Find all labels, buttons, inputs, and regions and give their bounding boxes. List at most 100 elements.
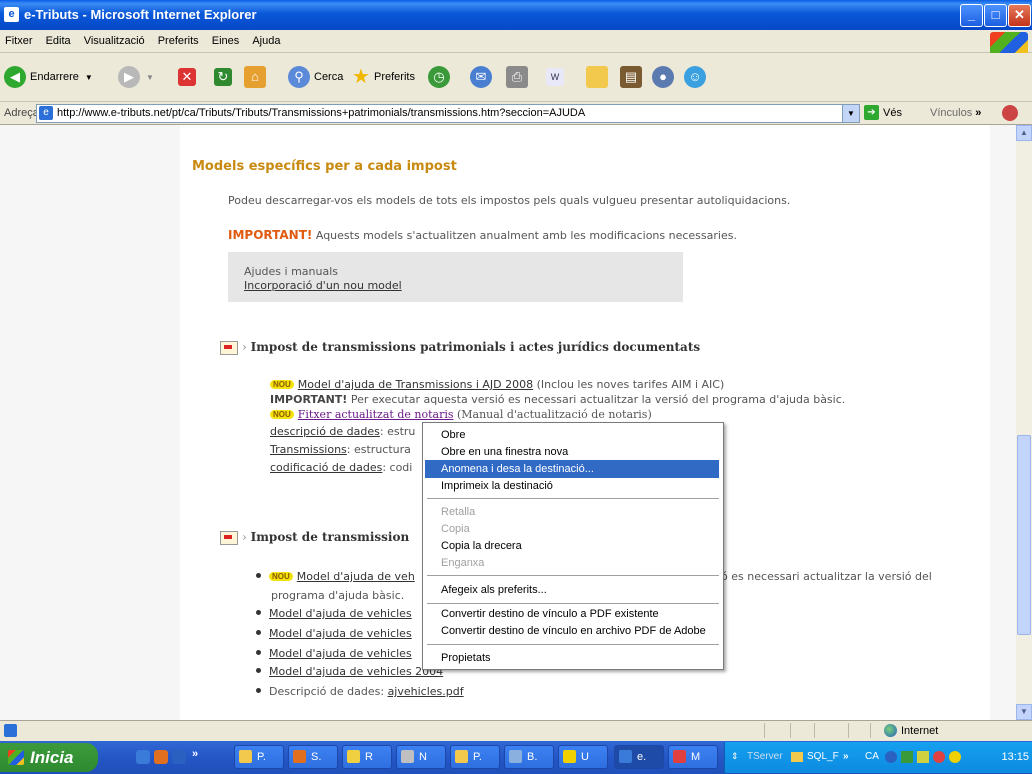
- stop-button[interactable]: ✕: [178, 63, 196, 91]
- start-button[interactable]: Inicia: [0, 743, 98, 772]
- research-button[interactable]: ▤: [620, 63, 642, 91]
- quicklaunch-ie2-icon[interactable]: [172, 750, 186, 764]
- tray-update-icon[interactable]: [949, 751, 961, 763]
- scroll-down-icon[interactable]: ▼: [1016, 704, 1032, 720]
- close-button[interactable]: ✕: [1008, 4, 1031, 27]
- mail-icon: ✉: [470, 66, 492, 88]
- maximize-button[interactable]: □: [984, 4, 1007, 27]
- vertical-scrollbar[interactable]: ▲ ▼: [1016, 125, 1032, 720]
- tray-security-icon[interactable]: [917, 751, 929, 763]
- addon-icon[interactable]: [1002, 105, 1018, 121]
- intro-text: Podeu descarregar-vos els models de tots…: [228, 194, 791, 207]
- ajvehicles-link[interactable]: ajvehicles.pdf: [388, 685, 464, 698]
- ctx-pdf-adobe[interactable]: Convertir destino de vínculo en archivo …: [425, 622, 719, 640]
- codificacio-link[interactable]: codificació de dades: [270, 461, 382, 474]
- ctx-open-new-window[interactable]: Obre en una finestra nova: [425, 443, 719, 461]
- edit-button[interactable]: W: [546, 63, 564, 91]
- ctx-print-target[interactable]: Imprimeix la destinació: [425, 477, 719, 495]
- menu-edita[interactable]: Edita: [41, 30, 76, 47]
- quicklaunch-more-icon[interactable]: »: [192, 748, 198, 760]
- chevron-down-icon[interactable]: ▼: [842, 105, 859, 122]
- menu-eines[interactable]: Eines: [207, 30, 245, 47]
- tray-app-icon[interactable]: [885, 751, 897, 763]
- model-vehicles-new-link[interactable]: Model d'ajuda de veh: [297, 570, 415, 583]
- home-button[interactable]: ⌂: [244, 63, 266, 91]
- task-button[interactable]: P.: [234, 745, 284, 769]
- messenger-button[interactable]: ☺: [684, 63, 706, 91]
- model-vehicles-link[interactable]: Model d'ajuda de vehicles: [269, 627, 412, 640]
- favorites-button[interactable]: ★ Preferits: [350, 63, 415, 91]
- fitxer-notaris-link[interactable]: Fitxer actualitzat de notaris: [298, 408, 454, 421]
- tray-network-icon[interactable]: [901, 751, 913, 763]
- go-label: Vés: [883, 106, 902, 119]
- section-title-text: Impost de transmission: [250, 530, 410, 544]
- sql-toolbar[interactable]: SQL_F: [807, 751, 839, 762]
- task-button[interactable]: S.: [288, 745, 338, 769]
- important-label-2: IMPORTANT!: [270, 393, 348, 406]
- task-button[interactable]: U: [558, 745, 608, 769]
- system-tray: ⇕ TServer SQL_F » CA 13:15: [724, 742, 1032, 773]
- forward-button[interactable]: ▶ ▼: [118, 63, 154, 91]
- model-vehicles-link[interactable]: Model d'ajuda de vehicles: [269, 647, 412, 660]
- menu-bar: Fitxer Edita Visualització Preferits Ein…: [0, 30, 1032, 55]
- tray-volume-icon[interactable]: [933, 751, 945, 763]
- document-icon: [220, 530, 238, 545]
- ctx-open[interactable]: Obre: [425, 426, 719, 444]
- address-bar: Adreça e http://www.e-tributs.net/pt/ca/…: [0, 102, 1032, 125]
- tserver-toolbar[interactable]: TServer: [747, 751, 783, 762]
- back-button[interactable]: ◀ Endarrere ▼: [4, 63, 93, 91]
- tray-more-icon[interactable]: »: [843, 751, 849, 762]
- messenger-icon: ☺: [684, 66, 706, 88]
- quicklaunch-ie-icon[interactable]: [136, 750, 150, 764]
- quicklaunch-outlook-icon[interactable]: [154, 750, 168, 764]
- new-model-link[interactable]: Incorporació d'un nou model: [244, 279, 402, 292]
- folder-button[interactable]: [586, 63, 608, 91]
- scroll-thumb[interactable]: [1017, 435, 1031, 635]
- ctx-add-favorites[interactable]: Afegeix als preferits...: [425, 581, 719, 599]
- model-ajd-link[interactable]: Model d'ajuda de Transmissions i AJD 200…: [298, 378, 533, 391]
- ctx-pdf-existing[interactable]: Convertir destino de vínculo a PDF exist…: [425, 605, 719, 623]
- discuss-button[interactable]: ●: [652, 63, 674, 91]
- task-button-active[interactable]: e.: [614, 745, 664, 769]
- menu-visualitzacio[interactable]: Visualització: [79, 30, 150, 47]
- folder-icon: [791, 752, 803, 762]
- chevron-down-icon: ▼: [84, 72, 93, 82]
- tray-scroll-icon[interactable]: ⇕: [731, 751, 739, 762]
- menu-preferits[interactable]: Preferits: [153, 30, 204, 47]
- history-icon: ◷: [428, 66, 450, 88]
- refresh-button[interactable]: ↻: [214, 63, 232, 91]
- search-button[interactable]: ⚲ Cerca: [288, 63, 343, 91]
- important-text-2: Per executar aquesta versió es necessari…: [347, 393, 846, 406]
- task-button[interactable]: M: [668, 745, 718, 769]
- task-button[interactable]: N: [396, 745, 446, 769]
- scroll-up-icon[interactable]: ▲: [1016, 125, 1032, 141]
- status-pane: [764, 723, 765, 738]
- task-button[interactable]: P.: [450, 745, 500, 769]
- descripcio-link[interactable]: descripció de dades: [270, 425, 380, 438]
- menu-fitxer[interactable]: Fitxer: [0, 30, 38, 47]
- list-item: Descripció de dades: ajvehicles.pdf: [256, 685, 464, 698]
- new-badge: NOU: [270, 380, 294, 389]
- ctx-save-target-as[interactable]: Anomena i desa la destinació...: [425, 460, 719, 478]
- ctx-properties[interactable]: Propietats: [425, 649, 719, 667]
- clock[interactable]: 13:15: [1001, 751, 1029, 763]
- menu-separator: [427, 575, 719, 576]
- model-vehicles-link[interactable]: Model d'ajuda de vehicles: [269, 607, 412, 620]
- go-button[interactable]: ➔ Vés: [864, 105, 902, 120]
- ctx-copy-shortcut[interactable]: Copia la drecera: [425, 537, 719, 555]
- title-bar[interactable]: e e-Tributs - Microsoft Internet Explore…: [0, 0, 1032, 30]
- help-box: Ajudes i manuals Incorporació d'un nou m…: [228, 252, 683, 302]
- minimize-button[interactable]: _: [960, 4, 983, 27]
- model-vehicles-2004-link[interactable]: Model d'ajuda de vehicles 2004: [269, 665, 443, 678]
- menu-ajuda[interactable]: Ajuda: [247, 30, 285, 47]
- history-button[interactable]: ◷: [428, 63, 450, 91]
- task-button[interactable]: B.: [504, 745, 554, 769]
- print-button[interactable]: ⎙: [506, 63, 528, 91]
- mail-button[interactable]: ✉: [470, 63, 492, 91]
- status-pane: [814, 723, 815, 738]
- transmissions-link[interactable]: Transmissions: [270, 443, 347, 456]
- address-input[interactable]: e http://www.e-tributs.net/pt/ca/Tributs…: [36, 104, 860, 123]
- links-toolbar[interactable]: Vínculos »: [930, 107, 981, 119]
- language-indicator[interactable]: CA: [865, 751, 879, 762]
- task-button[interactable]: R: [342, 745, 392, 769]
